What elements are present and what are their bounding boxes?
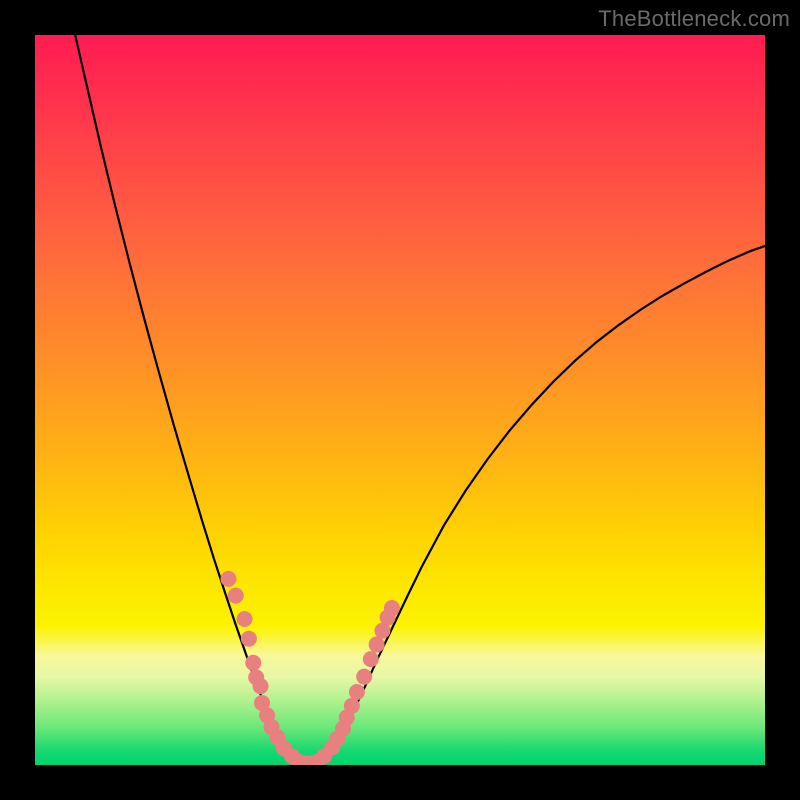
scatter-dot xyxy=(344,698,360,714)
scatter-dot xyxy=(228,588,244,604)
scatter-dot xyxy=(363,651,379,667)
watermark-text: TheBottleneck.com xyxy=(598,6,790,32)
scatter-dot xyxy=(253,678,269,694)
scatter-dot xyxy=(356,669,372,685)
scatter-dot xyxy=(241,631,257,647)
bottleneck-curve xyxy=(75,35,765,762)
scatter-dot xyxy=(220,571,236,587)
chart-svg xyxy=(35,35,765,765)
scatter-dot xyxy=(384,600,400,616)
scatter-dot xyxy=(369,637,385,653)
scatter-dot xyxy=(237,611,253,627)
chart-frame: TheBottleneck.com xyxy=(0,0,800,800)
scatter-dot xyxy=(245,655,261,671)
scatter-dot xyxy=(349,684,365,700)
